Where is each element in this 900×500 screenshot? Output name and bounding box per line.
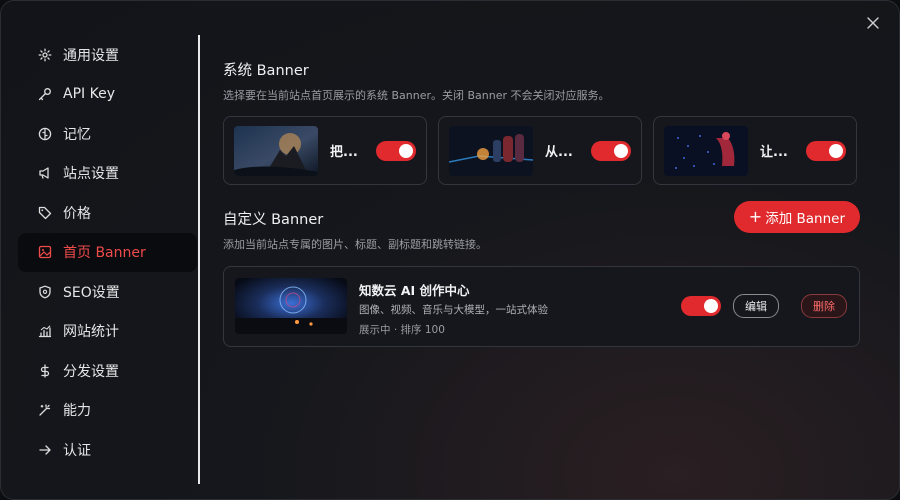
custom-banner-item-subtitle: 图像、视频、音乐与大模型，一站式体验 (359, 304, 548, 316)
sidebar-divider (198, 35, 200, 484)
sidebar-item-analytics[interactable]: 网站统计 (18, 312, 197, 352)
sidebar-item-label: SEO设置 (63, 284, 120, 301)
sidebar-item-auth[interactable]: 认证 (18, 430, 197, 470)
plus-icon: + (748, 207, 763, 226)
sidebar-item-label: 价格 (63, 205, 91, 222)
system-banner-label: 让... (760, 145, 788, 160)
system-banner-list: 把... 从... 让... (223, 116, 863, 185)
sidebar-item-label: 站点设置 (63, 166, 119, 183)
bar-chart-icon (38, 325, 52, 338)
key-icon (38, 88, 51, 101)
banner-settings-panel: 系统 Banner 选择要在当前站点首页展示的系统 Banner。关闭 Bann… (223, 59, 863, 347)
close-icon (867, 17, 879, 29)
sidebar-item-label: 网站统计 (63, 324, 119, 341)
sidebar-item-api-key[interactable]: API Key (18, 75, 197, 115)
sidebar-item-general[interactable]: 通用设置 (18, 35, 197, 75)
banner-thumbnail (664, 125, 748, 176)
sidebar-item-label: 分发设置 (63, 363, 119, 380)
system-banner-toggle[interactable] (806, 140, 846, 161)
system-banner-title: 系统 Banner (223, 63, 309, 79)
banner-thumbnail (235, 278, 347, 334)
arrow-right-icon (39, 445, 51, 455)
megaphone-icon (39, 167, 49, 179)
system-banner-subtitle: 选择要在当前站点首页展示的系统 Banner。关闭 Banner 不会关闭对应服… (223, 89, 610, 102)
edit-button[interactable]: 编辑 (733, 294, 779, 318)
brain-icon (38, 127, 52, 140)
sidebar-item-label: 认证 (63, 442, 91, 459)
banner-thumbnail (234, 125, 318, 176)
settings-dialog: 通用设置 API Key 记忆 站点设置 价格 首页 Banner SEO设置 (0, 0, 900, 500)
sidebar-item-home-banner[interactable]: 首页 Banner (18, 232, 197, 272)
banner-thumbnail (449, 125, 533, 176)
custom-banner-item: 知数云 AI 创作中心 图像、视频、音乐与大模型，一站式体验 展示中 · 排序 … (223, 266, 860, 347)
system-banner-label: 从... (545, 145, 573, 160)
system-banner-card: 让... (653, 116, 857, 185)
magic-wand-icon (39, 404, 51, 416)
sidebar-item-site-settings[interactable]: 站点设置 (18, 154, 197, 194)
delete-button[interactable]: 删除 (801, 294, 847, 318)
tag-icon (38, 206, 52, 219)
sidebar-item-distribution[interactable]: 分发设置 (18, 351, 197, 391)
gear-icon (38, 48, 52, 62)
system-banner-card: 把... (223, 116, 427, 185)
sidebar-item-pricing[interactable]: 价格 (18, 193, 197, 233)
dollar-icon (40, 364, 50, 378)
custom-banner-header: 自定义 Banner 添加当前站点专属的图片、标题、副标题和跳转链接。 + 添加… (223, 201, 863, 268)
shield-icon (39, 285, 51, 299)
sidebar-item-capabilities[interactable]: 能力 (18, 391, 197, 431)
sidebar-item-label: API Key (63, 86, 115, 103)
add-banner-button[interactable]: + 添加 Banner (733, 201, 860, 233)
system-banner-card: 从... (438, 116, 642, 185)
sidebar-item-label: 能力 (63, 403, 91, 420)
system-banner-toggle[interactable] (591, 140, 631, 161)
delete-label: 删除 (813, 300, 835, 313)
settings-sidebar: 通用设置 API Key 记忆 站点设置 价格 首页 Banner SEO设置 (18, 35, 198, 485)
sidebar-item-label: 首页 Banner (63, 245, 146, 262)
add-banner-label: 添加 Banner (765, 211, 845, 227)
sidebar-item-memory[interactable]: 记忆 (18, 114, 197, 154)
custom-banner-item-title: 知数云 AI 创作中心 (359, 283, 470, 298)
close-button[interactable] (863, 13, 883, 33)
custom-banner-subtitle: 添加当前站点专属的图片、标题、副标题和跳转链接。 (223, 238, 487, 251)
system-banner-label: 把... (330, 145, 358, 160)
sidebar-item-seo[interactable]: SEO设置 (18, 272, 197, 312)
system-banner-toggle[interactable] (376, 140, 416, 161)
image-icon (38, 246, 52, 259)
custom-banner-item-meta: 展示中 · 排序 100 (359, 324, 445, 336)
custom-banner-toggle[interactable] (681, 296, 721, 316)
edit-label: 编辑 (745, 300, 767, 313)
sidebar-item-label: 记忆 (63, 126, 91, 143)
sidebar-item-label: 通用设置 (63, 47, 119, 64)
